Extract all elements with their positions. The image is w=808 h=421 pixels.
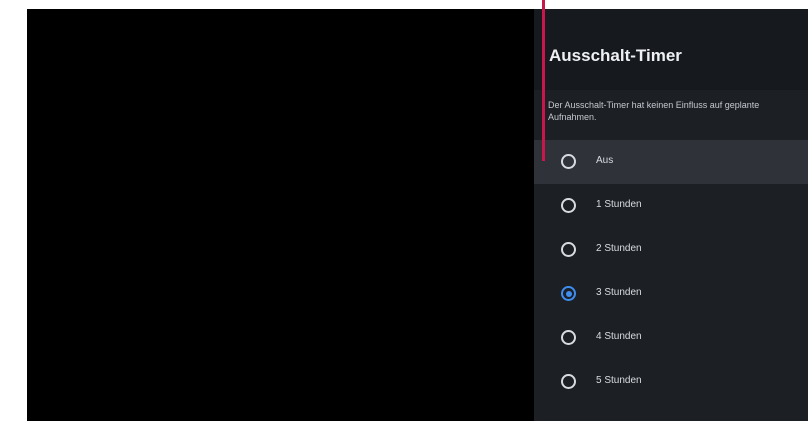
option-label: 4 Stunden <box>596 331 642 342</box>
panel-description: Der Ausschalt-Timer hat keinen Einfluss … <box>548 100 760 122</box>
option-label: 3 Stunden <box>596 287 642 298</box>
timer-option-list: Aus 1 Stunden 2 Stunden 3 Stunden 4 Stun… <box>534 140 808 404</box>
radio-checked-icon[interactable] <box>561 286 576 301</box>
annotation-marker-line <box>542 0 545 161</box>
sleep-timer-panel: Ausschalt-Timer Der Ausschalt-Timer hat … <box>534 9 808 421</box>
timer-option-2-hours[interactable]: 2 Stunden <box>534 228 808 272</box>
option-label: 1 Stunden <box>596 199 642 210</box>
timer-option-3-hours[interactable]: 3 Stunden <box>534 272 808 316</box>
tv-screen: Ausschalt-Timer Der Ausschalt-Timer hat … <box>27 9 808 421</box>
option-label: 5 Stunden <box>596 375 642 386</box>
option-label: Aus <box>596 155 614 166</box>
panel-title: Ausschalt-Timer <box>549 46 682 65</box>
radio-unchecked-icon[interactable] <box>561 374 576 389</box>
radio-unchecked-icon[interactable] <box>561 242 576 257</box>
timer-option-off[interactable]: Aus <box>534 140 808 184</box>
option-label: 2 Stunden <box>596 243 642 254</box>
radio-unchecked-icon[interactable] <box>561 330 576 345</box>
timer-option-4-hours[interactable]: 4 Stunden <box>534 316 808 360</box>
radio-unchecked-icon[interactable] <box>561 198 576 213</box>
timer-option-5-hours[interactable]: 5 Stunden <box>534 360 808 404</box>
timer-option-1-hour[interactable]: 1 Stunden <box>534 184 808 228</box>
radio-unchecked-icon[interactable] <box>561 154 576 169</box>
panel-header: Ausschalt-Timer <box>534 9 808 90</box>
